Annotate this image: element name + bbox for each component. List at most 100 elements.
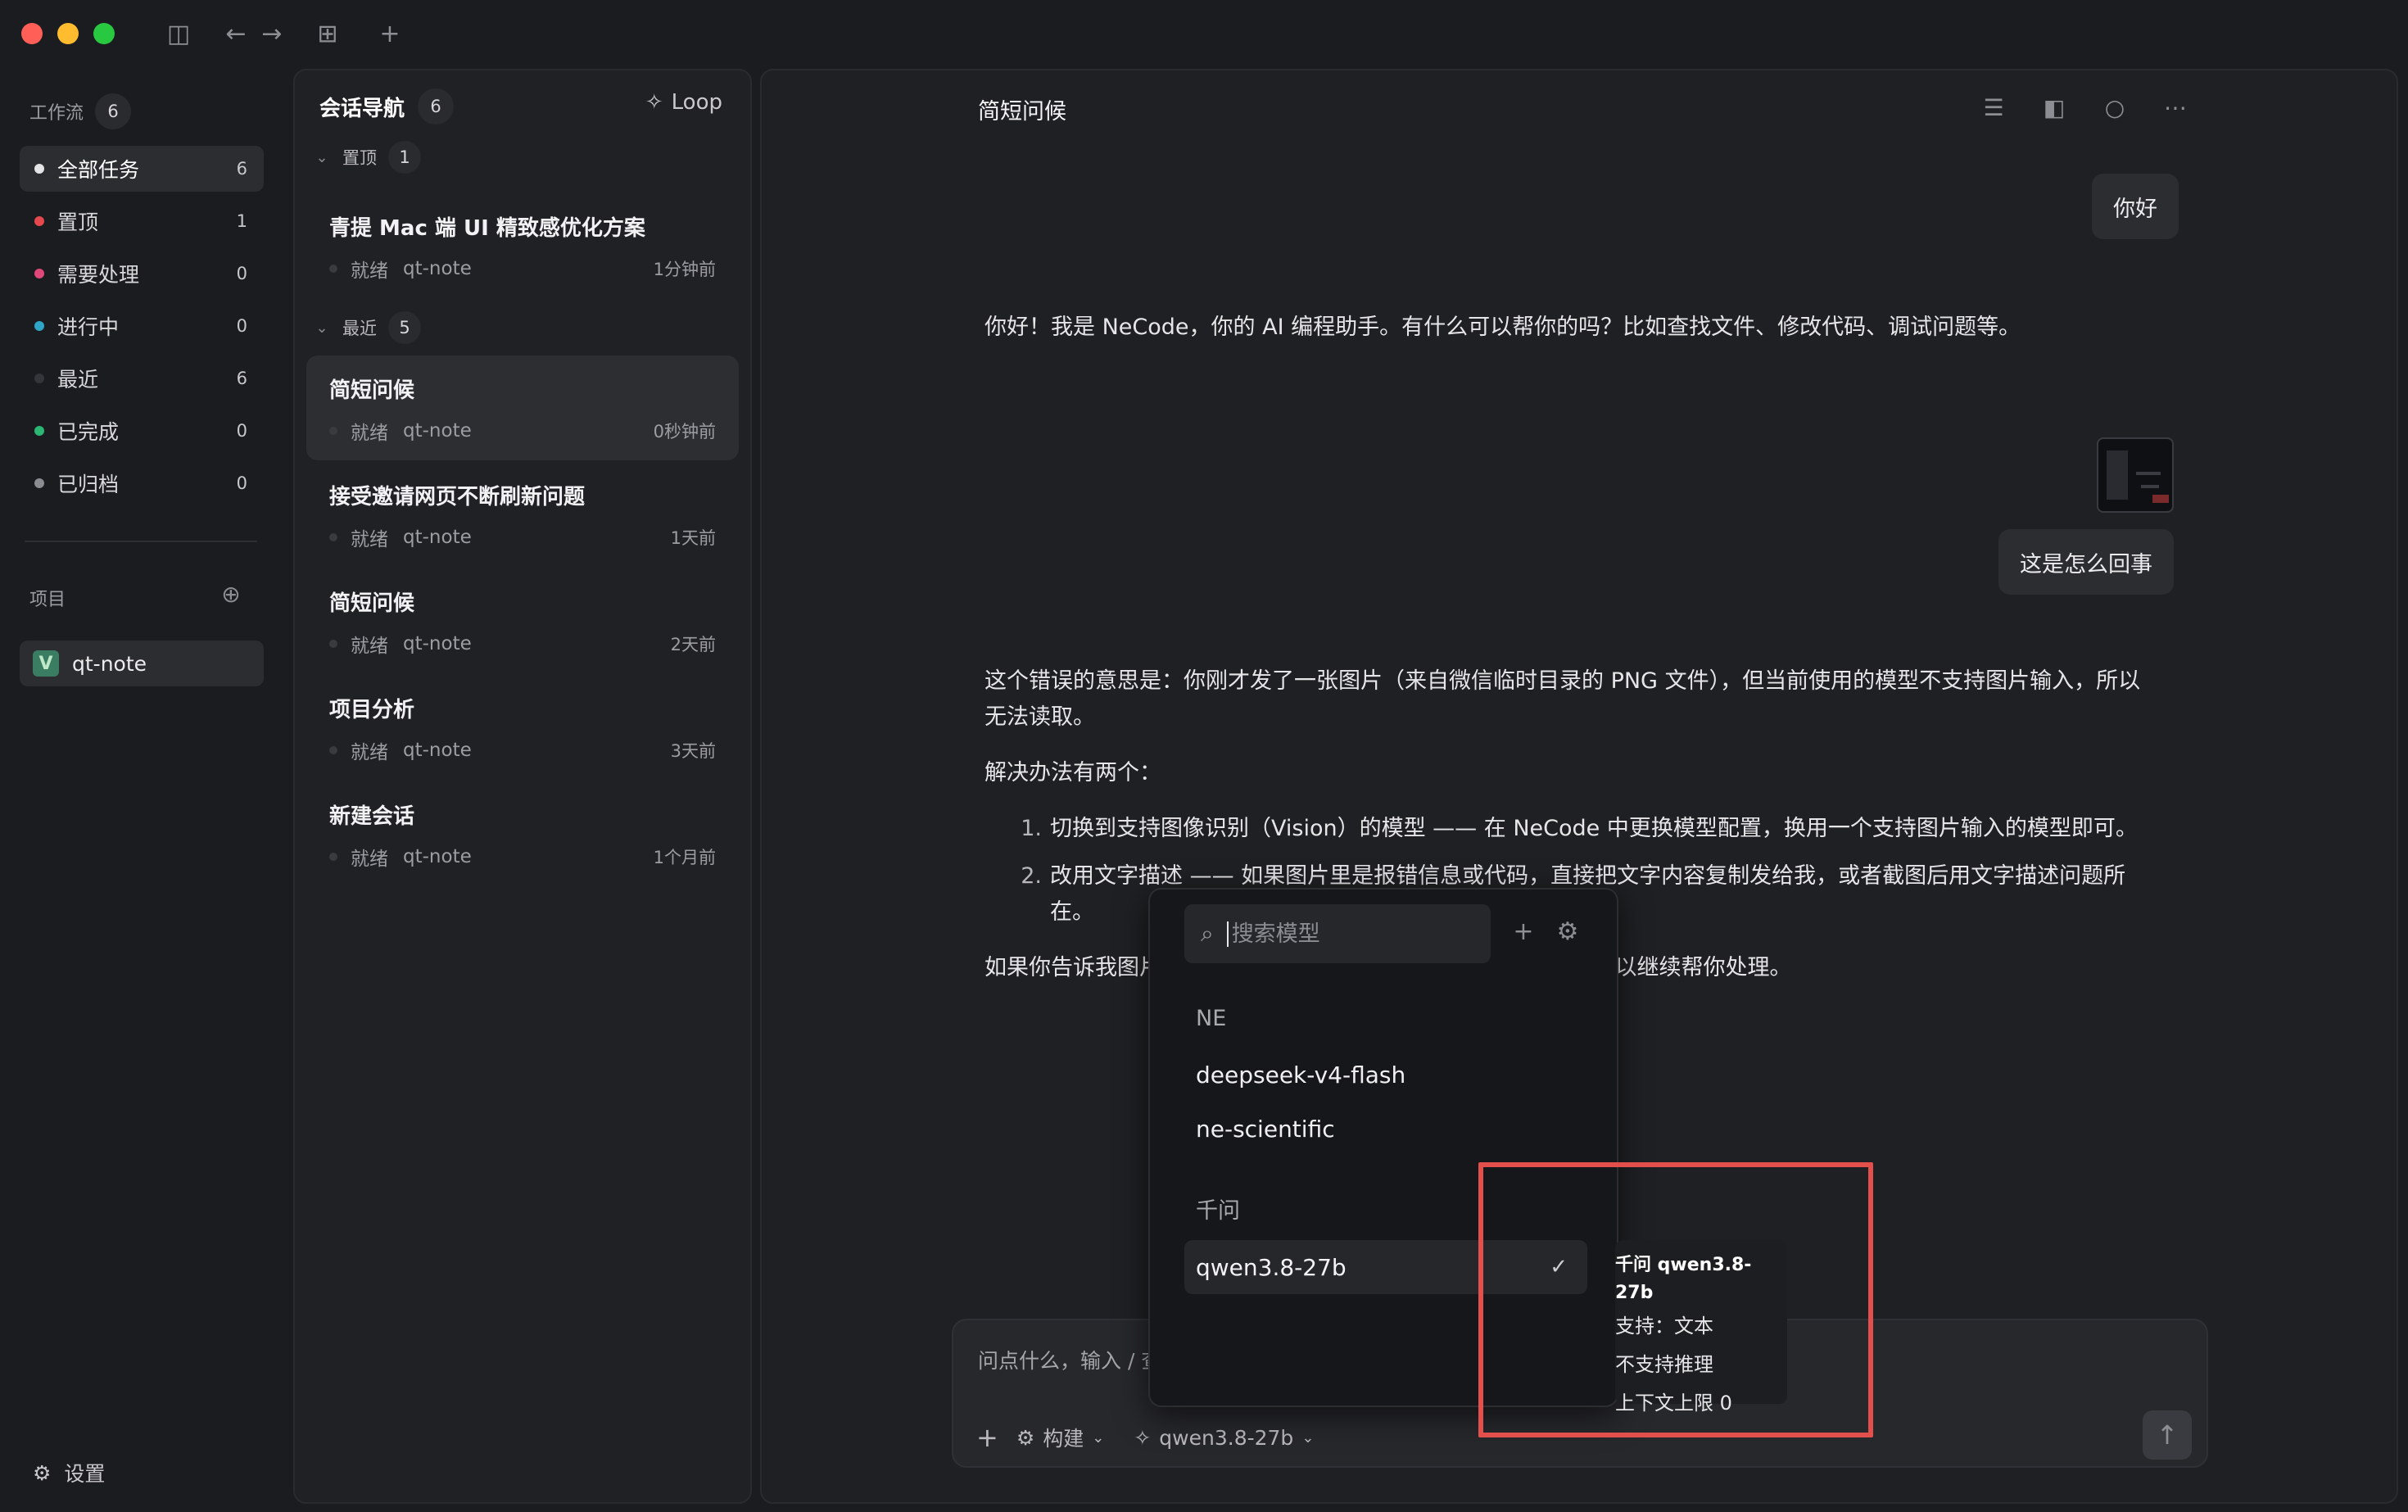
project-item-qt-note[interactable]: V qt-note — [20, 641, 264, 686]
model-option[interactable]: deepseek-v4-flash — [1196, 1062, 1405, 1089]
send-button[interactable]: ↑ — [2143, 1410, 2192, 1460]
status-dot-icon — [329, 265, 337, 273]
model-option-label: qwen3.8-27b — [1196, 1253, 1347, 1281]
filter-archived[interactable]: 已归档 0 — [20, 460, 264, 506]
status-dot-icon — [329, 853, 337, 861]
attached-image-thumbnail[interactable] — [2097, 437, 2174, 513]
tooltip-context: 上下文上限 0 — [1615, 1392, 1732, 1415]
model-selector[interactable]: ✧ qwen3.8-27b ⌄ — [1134, 1426, 1314, 1450]
filter-completed[interactable]: 已完成 0 — [20, 408, 264, 454]
window-controls — [21, 23, 115, 44]
list-text: 切换到支持图像识别（Vision）的模型 —— 在 NeCode 中更换模型配置… — [1050, 816, 2138, 841]
user-message-text: 这是怎么回事 — [2020, 551, 2152, 577]
filter-label: 已完成 — [57, 420, 120, 444]
filter-pinned[interactable]: 置顶 1 — [20, 198, 264, 244]
session-project: qt-note — [403, 846, 472, 867]
add-attachment-icon[interactable]: + — [976, 1422, 998, 1453]
status-dot-icon — [329, 640, 337, 648]
status-dot-icon — [34, 321, 44, 331]
minimize-window-button[interactable] — [57, 23, 79, 44]
session-project: qt-note — [403, 258, 472, 279]
assistant-message-text: 解决办法有两个： — [984, 760, 1161, 785]
session-title: 简短问候 — [329, 591, 415, 616]
filter-list: 全部任务 6 置顶 1 需要处理 0 进行中 0 最近 6 已完成 0 已归档 … — [20, 146, 264, 513]
session-status: 就绪 — [351, 849, 388, 870]
filter-label: 需要处理 — [57, 263, 140, 287]
session-item[interactable]: 项目分析 就绪 qt-note 3天前 — [306, 675, 739, 780]
split-panel-icon[interactable]: ◧ — [2036, 90, 2072, 126]
sparkle-icon: ✧ — [645, 90, 663, 115]
filter-in-progress[interactable]: 进行中 0 — [20, 303, 264, 349]
session-nav-panel: 会话导航 6 ✧ Loop ⌄ 置顶 1 青提 Mac 端 UI 精致感优化方案… — [293, 69, 752, 1504]
workflow-header: 工作流 6 — [29, 93, 132, 129]
filter-label: 进行中 — [57, 315, 120, 339]
status-dot-icon — [329, 533, 337, 541]
filter-count: 1 — [236, 211, 247, 231]
tooltip-reasoning: 不支持推理 — [1615, 1353, 1713, 1376]
session-time: 1天前 — [670, 528, 716, 548]
filter-label: 最近 — [57, 368, 99, 392]
model-label: qwen3.8-27b — [1159, 1425, 1294, 1450]
settings-label: 设置 — [64, 1462, 106, 1486]
projects-header: 项目 — [29, 585, 66, 611]
checkmark-icon: ✓ — [1550, 1255, 1568, 1279]
more-options-icon[interactable]: ⋯ — [2157, 90, 2193, 126]
settings-button[interactable]: ⚙ 设置 — [33, 1458, 105, 1487]
user-message-bubble: 这是怎么回事 — [1998, 529, 2174, 595]
session-status: 就绪 — [351, 636, 388, 657]
status-dot-icon — [34, 373, 44, 383]
session-item[interactable]: 简短问候 就绪 qt-note 2天前 — [306, 568, 739, 673]
status-circle-icon[interactable]: ○ — [2097, 90, 2133, 126]
model-settings-icon[interactable]: ⚙ — [1551, 916, 1584, 948]
list-number: 1. — [1021, 816, 1042, 841]
vue-logo-icon: V — [33, 650, 59, 677]
chevron-down-icon: ⌄ — [315, 148, 328, 166]
group-pinned[interactable]: ⌄ 置顶 1 — [313, 141, 421, 174]
filter-recent[interactable]: 最近 6 — [20, 355, 264, 401]
loop-button[interactable]: ✧ Loop — [645, 90, 722, 115]
loop-label: Loop — [671, 90, 722, 115]
session-item[interactable]: 新建会话 就绪 qt-note 1个月前 — [306, 781, 739, 886]
back-arrow-icon[interactable]: ← — [220, 18, 252, 51]
session-nav-header: 会话导航 6 — [319, 88, 455, 124]
filter-all-tasks[interactable]: 全部任务 6 — [20, 146, 264, 192]
new-tab-icon[interactable]: + — [373, 18, 406, 51]
session-item-active[interactable]: 简短问候 就绪 qt-note 0秒钟前 — [306, 355, 739, 460]
add-project-icon[interactable]: ⊕ — [215, 578, 247, 611]
close-window-button[interactable] — [21, 23, 43, 44]
projects-label: 项目 — [29, 590, 66, 610]
search-icon: ⌕ — [1201, 920, 1214, 947]
filter-count: 0 — [236, 264, 247, 283]
session-status: 就绪 — [351, 529, 388, 550]
maximize-window-button[interactable] — [93, 23, 115, 44]
session-item[interactable]: 青提 Mac 端 UI 精致感优化方案 就绪 qt-note 1分钟前 — [306, 193, 739, 298]
session-meta: 就绪 qt-note 1天前 — [329, 523, 716, 551]
user-message-text: 你好 — [2113, 196, 2157, 222]
sidebar-toggle-icon[interactable]: ◫ — [162, 18, 195, 51]
filter-count: 6 — [236, 159, 247, 179]
workflow-label: 工作流 — [29, 103, 84, 124]
filter-needs-action[interactable]: 需要处理 0 — [20, 251, 264, 297]
chevron-down-icon: ⌄ — [1301, 1428, 1315, 1446]
session-meta: 就绪 qt-note 1个月前 — [329, 843, 716, 871]
model-option[interactable]: ne-scientific — [1196, 1116, 1335, 1143]
model-search-input[interactable] — [1226, 921, 1456, 947]
grid-view-icon[interactable]: ⊞ — [311, 18, 344, 51]
list-number: 2. — [1021, 863, 1042, 889]
session-time: 1个月前 — [653, 848, 716, 867]
session-title: 简短问候 — [329, 378, 415, 403]
filter-label: 置顶 — [57, 211, 99, 234]
model-option-selected[interactable]: qwen3.8-27b ✓ — [1184, 1240, 1587, 1294]
mode-selector[interactable]: ⚙ 构建 ⌄ — [1016, 1423, 1105, 1452]
forward-arrow-icon[interactable]: → — [256, 18, 288, 51]
session-time: 1分钟前 — [653, 260, 716, 279]
model-search-box: ⌕ — [1184, 904, 1491, 963]
group-recent[interactable]: ⌄ 最近 5 — [313, 311, 421, 344]
chevron-down-icon: ⌄ — [1092, 1428, 1105, 1446]
session-project: qt-note — [403, 527, 472, 548]
add-model-icon[interactable]: + — [1507, 916, 1540, 948]
session-item[interactable]: 接受邀请网页不断刷新问题 就绪 qt-note 1天前 — [306, 462, 739, 567]
outline-list-icon[interactable]: ☰ — [1976, 90, 2012, 126]
status-dot-icon — [34, 269, 44, 278]
assistant-message: 你好！我是 NeCode，你的 AI 编程助手。有什么可以帮你的吗？比如查找文件… — [984, 310, 2148, 346]
